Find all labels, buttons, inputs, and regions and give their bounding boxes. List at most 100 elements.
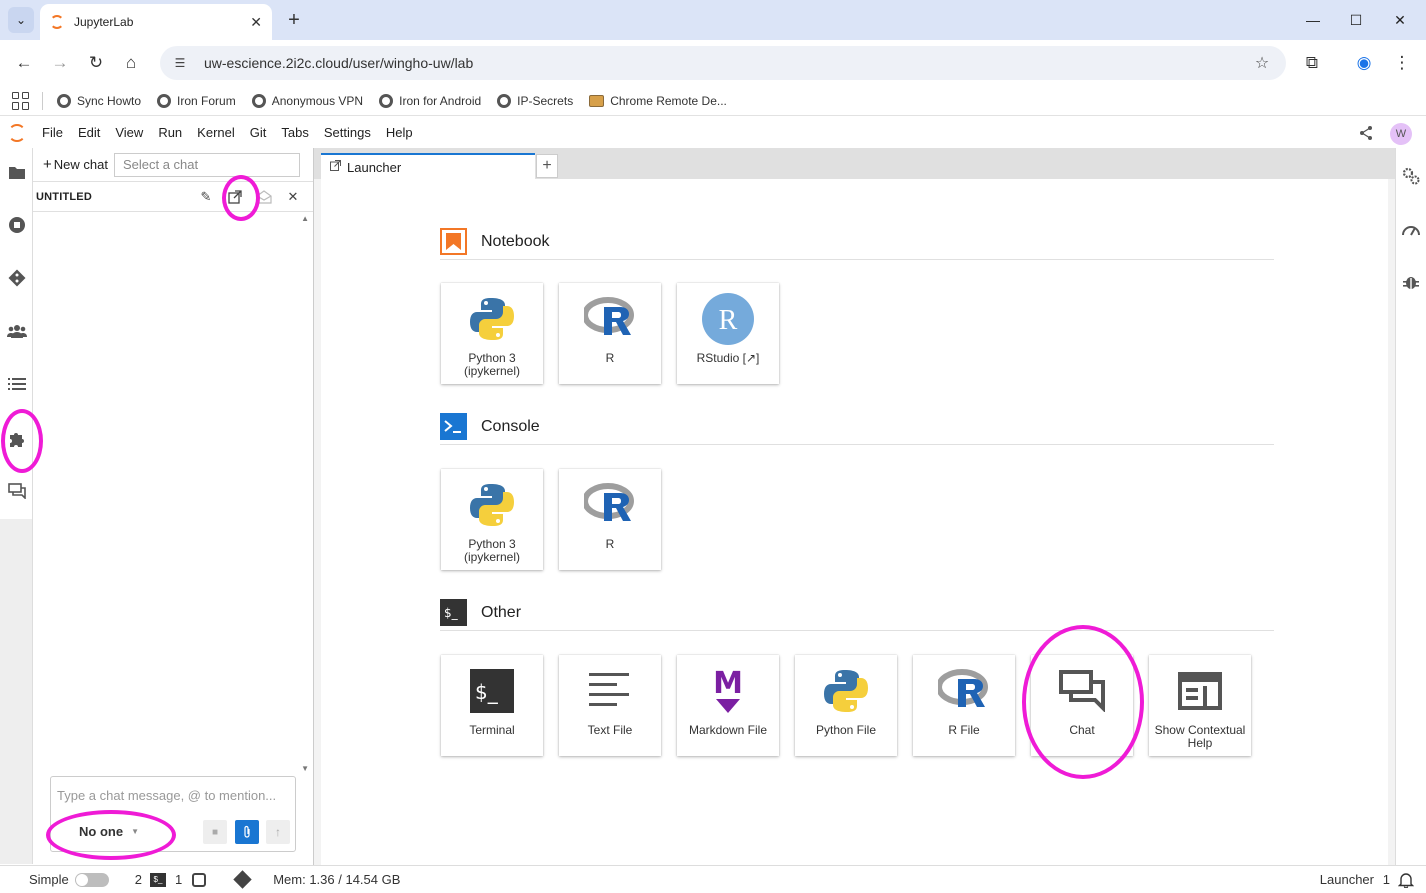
new-launcher-button[interactable]: + [536, 154, 558, 178]
resource-usage-gauge-icon[interactable] [1401, 219, 1421, 239]
close-tab-icon[interactable]: ✕ [250, 14, 262, 31]
launcher-card-notebook-python3[interactable]: Python 3 (ipykernel) [441, 283, 543, 384]
r-logo-icon [584, 293, 636, 345]
close-chat-icon[interactable]: ✕ [284, 188, 302, 206]
browser-menu-icon[interactable]: ⋮ [1390, 51, 1414, 75]
menu-run[interactable]: Run [158, 125, 182, 140]
simple-mode-toggle[interactable] [74, 872, 109, 887]
chat-sidebar-icon[interactable] [7, 481, 27, 501]
tab-search-dropdown[interactable]: ⌄ [8, 7, 34, 33]
launcher-card-markdown-file[interactable]: M Markdown File [677, 655, 779, 756]
launcher-card-rstudio[interactable]: R RStudio [↗] [677, 283, 779, 384]
menu-kernel[interactable]: Kernel [197, 125, 235, 140]
terminal-icon: $_ [466, 665, 518, 717]
site-settings-icon[interactable]: ☰ [172, 55, 188, 71]
card-label: Python 3 (ipykernel) [463, 351, 520, 378]
terminals-status[interactable]: 2 $_ 1 [135, 872, 207, 887]
terminal-status-icon: $_ [149, 872, 166, 887]
launcher-card-console-r[interactable]: R [559, 469, 661, 570]
maximize-window-button[interactable]: ☐ [1343, 8, 1369, 32]
tab-launcher[interactable]: Launcher [321, 153, 535, 179]
launcher-card-r-file[interactable]: R File [913, 655, 1015, 756]
table-of-contents-list-icon[interactable] [7, 374, 27, 394]
scroll-up-arrow-icon[interactable]: ▲ [301, 214, 309, 223]
menu-view[interactable]: View [115, 125, 143, 140]
bookmark-item[interactable]: IP-Secrets [497, 93, 573, 108]
globe-icon [379, 93, 394, 108]
other-terminal-icon: $_ [440, 599, 467, 626]
menu-help[interactable]: Help [386, 125, 413, 140]
launcher-card-console-python3[interactable]: Python 3 (ipykernel) [441, 469, 543, 570]
reload-button[interactable]: ↻ [84, 51, 108, 75]
file-browser-folder-icon[interactable] [7, 162, 27, 182]
bookmark-item[interactable]: Chrome Remote De... [589, 94, 727, 108]
launcher-card-contextual-help[interactable]: Show Contextual Help [1149, 655, 1251, 756]
launcher-card-terminal[interactable]: $_ Terminal [441, 655, 543, 756]
bookmark-item[interactable]: Anonymous VPN [251, 93, 363, 108]
current-activity-label: Launcher [1319, 872, 1374, 887]
launcher-card-chat[interactable]: Chat [1031, 655, 1133, 756]
card-label: Terminal [469, 723, 515, 737]
extensions-icon[interactable]: ⧉ [1300, 51, 1324, 75]
bookmark-item[interactable]: Sync Howto [57, 93, 141, 108]
close-window-button[interactable]: ✕ [1387, 8, 1413, 32]
back-button[interactable]: ← [12, 51, 36, 75]
new-tab-button[interactable]: + [282, 8, 306, 32]
open-in-main-area-icon[interactable] [226, 188, 244, 206]
menu-settings[interactable]: Settings [324, 125, 371, 140]
profile-icon[interactable]: ◉ [1352, 51, 1376, 75]
stop-button[interactable]: ■ [203, 820, 227, 844]
running-kernels-stop-icon[interactable] [7, 215, 27, 235]
right-sidebar [1395, 148, 1426, 865]
menu-git[interactable]: Git [250, 125, 267, 140]
rename-pencil-icon[interactable]: ✎ [197, 188, 215, 206]
python-logo-icon [466, 479, 518, 531]
send-arrow-icon[interactable]: ↑ [266, 820, 290, 844]
markdown-icon: M [702, 665, 754, 717]
share-icon[interactable] [1358, 125, 1374, 141]
apps-grid-icon[interactable] [12, 91, 30, 110]
bookmark-item[interactable]: Iron for Android [379, 93, 481, 108]
launcher-card-notebook-r[interactable]: R [559, 283, 661, 384]
user-avatar[interactable]: W [1390, 123, 1412, 145]
bookmark-item[interactable]: Iron Forum [157, 93, 236, 108]
attach-file-paperclip-icon[interactable] [235, 820, 259, 844]
menu-tabs[interactable]: Tabs [281, 125, 308, 140]
card-label: Chat [1069, 723, 1095, 737]
python-logo-icon [466, 293, 518, 345]
launcher-tab-icon [330, 160, 341, 174]
bookmark-star-icon[interactable]: ☆ [1250, 53, 1274, 73]
main-tab-strip: Launcher + [314, 148, 1395, 179]
globe-icon [157, 93, 172, 108]
git-status-icon[interactable] [233, 870, 252, 889]
git-icon[interactable] [7, 268, 27, 288]
mark-read-envelope-icon[interactable] [255, 188, 273, 206]
address-url[interactable]: uw-escience.2i2c.cloud/user/wingho-uw/la… [204, 55, 1250, 71]
forward-button[interactable]: → [48, 51, 72, 75]
extension-manager-puzzle-icon[interactable] [7, 428, 27, 448]
notification-bell-icon[interactable] [1397, 872, 1415, 891]
collaborators-users-icon[interactable] [7, 321, 27, 341]
menu-file[interactable]: File [42, 125, 63, 140]
jupyter-logo-icon [8, 123, 26, 142]
python-logo-icon [820, 665, 872, 717]
debugger-bug-icon[interactable] [1401, 272, 1421, 292]
address-bar[interactable]: ☰ uw-escience.2i2c.cloud/user/wingho-uw/… [160, 46, 1286, 80]
section-notebook-header: Notebook [440, 224, 1274, 260]
browser-tab-jupyterlab[interactable]: JupyterLab ✕ [40, 4, 272, 40]
svg-text:$_: $_ [444, 606, 459, 620]
new-chat-button[interactable]: + New chat [43, 156, 108, 173]
minimize-window-button[interactable]: — [1300, 8, 1326, 32]
property-inspector-gears-icon[interactable] [1401, 166, 1421, 186]
select-chat-dropdown[interactable]: Select a chat [113, 152, 300, 177]
card-label: R [605, 351, 615, 365]
home-button[interactable]: ⌂ [119, 51, 143, 75]
section-console-header: Console [440, 409, 1274, 445]
recipient-selector[interactable]: No one ▼ [79, 824, 139, 839]
chat-message-input[interactable] [51, 777, 295, 813]
launcher-card-python-file[interactable]: Python File [795, 655, 897, 756]
launcher-card-text-file[interactable]: Text File [559, 655, 661, 756]
menu-edit[interactable]: Edit [78, 125, 100, 140]
scroll-down-arrow-icon[interactable]: ▼ [301, 764, 309, 773]
text-file-lines-icon [584, 665, 636, 717]
